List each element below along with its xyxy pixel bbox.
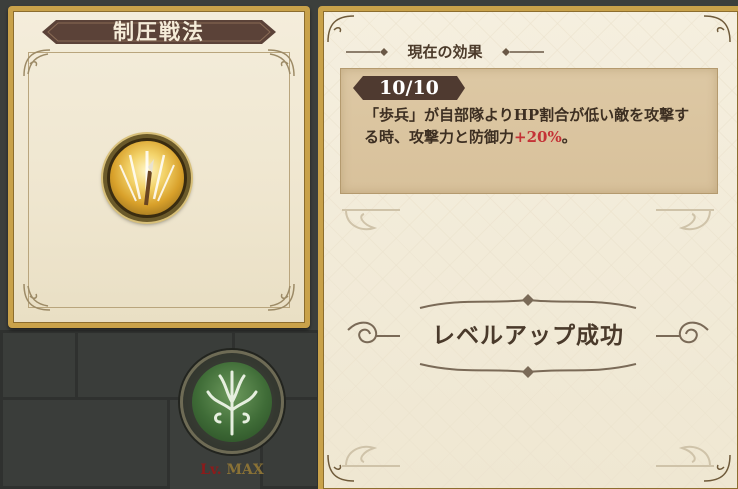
flourish-icon <box>656 445 714 467</box>
flourish-icon <box>656 209 714 231</box>
ornament-corner-icon <box>326 14 356 44</box>
ornament-corner-icon <box>22 282 52 312</box>
effect-highlight: +20% <box>514 128 562 146</box>
ornament-corner-icon <box>266 282 296 312</box>
background-tile <box>0 330 78 400</box>
level-prefix: Lv. <box>200 462 222 478</box>
level-indicator: Lv. MAX <box>180 462 284 478</box>
effect-text-end: 。 <box>561 128 577 146</box>
level-value: MAX <box>226 462 264 478</box>
ornament-corner-icon <box>266 48 296 78</box>
tree-emblem-icon[interactable] <box>180 350 284 454</box>
skill-title-banner: 制圧戦法 <box>42 16 276 48</box>
skill-title: 制圧戦法 <box>113 19 205 44</box>
result-banner: レベルアップ成功 <box>340 294 716 378</box>
effect-description: 「歩兵」が自部隊よりHP割合が低い敵を攻撃する時、攻撃力と防御力+20%。 <box>364 104 704 148</box>
effect-level-tag: 10/10 <box>353 74 465 102</box>
flourish-icon <box>342 445 400 467</box>
ornament-corner-icon <box>702 14 732 44</box>
result-message: レベルアップ成功 <box>432 322 624 349</box>
effect-header-label: 現在の効果 <box>407 43 483 61</box>
skill-card: 制圧戦法 <box>8 6 310 328</box>
background-tile <box>0 397 170 489</box>
spear-burst-icon[interactable] <box>103 134 191 222</box>
effect-header: 現在の効果 <box>340 42 550 62</box>
effect-level: 10/10 <box>379 77 439 99</box>
flourish-icon <box>342 209 400 231</box>
ornament-corner-icon <box>22 48 52 78</box>
